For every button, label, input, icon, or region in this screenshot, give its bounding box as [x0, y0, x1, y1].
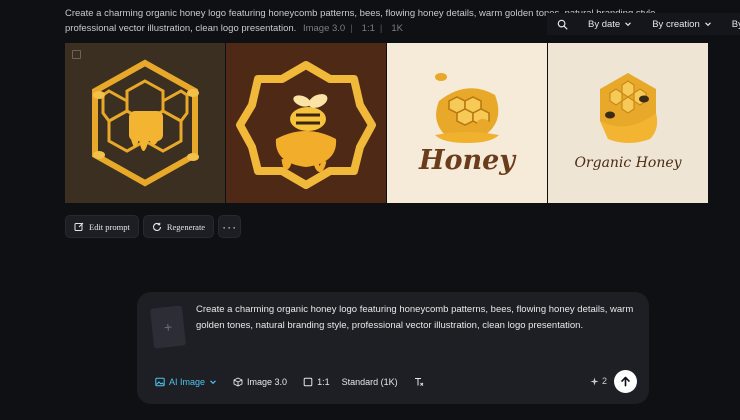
- chevron-down-icon: [210, 380, 216, 385]
- quality-label: Standard (1K): [341, 377, 398, 387]
- image-grid: Honey Organic Honey: [65, 43, 708, 203]
- by-category-dropdown[interactable]: By cat: [722, 19, 740, 30]
- resolution-label: 1K: [391, 23, 403, 34]
- generated-image-4[interactable]: Organic Honey: [548, 43, 708, 203]
- honey-logo-text: Honey: [418, 145, 517, 176]
- regenerate-label: Regenerate: [166, 221, 206, 232]
- organic-honey-logo-text: Organic Honey: [574, 155, 682, 171]
- cube-icon: [233, 377, 243, 387]
- search-icon: [557, 19, 568, 29]
- more-icon: ···: [222, 219, 238, 234]
- generated-image-1[interactable]: [65, 43, 225, 203]
- by-date-label: By date: [588, 18, 621, 30]
- generated-image-2[interactable]: [226, 43, 386, 203]
- ratio-label: 1:1: [361, 23, 375, 34]
- model-selector[interactable]: Image 3.0: [227, 372, 293, 392]
- plus-icon: +: [163, 318, 173, 336]
- more-options-button[interactable]: ···: [218, 215, 242, 238]
- sparkle-icon: [590, 376, 599, 386]
- model-label: Image 3.0: [247, 377, 288, 387]
- upload-reference-button[interactable]: +: [149, 305, 187, 349]
- by-date-dropdown[interactable]: By date: [578, 19, 642, 30]
- credit-cost: 2: [590, 376, 607, 386]
- send-button[interactable]: [614, 370, 637, 393]
- ai-image-dropdown[interactable]: AI Image: [149, 372, 223, 392]
- select-checkbox-icon[interactable]: [72, 50, 81, 59]
- prompt-input[interactable]: Create a charming organic honey logo fea…: [196, 302, 641, 334]
- chevron-down-icon: [704, 22, 711, 27]
- ai-image-label: AI Image: [169, 377, 206, 387]
- ratio-label: 1:1: [317, 377, 330, 387]
- image-actions: Edit prompt Regenerate ···: [65, 215, 242, 238]
- model-label: Image 3.0: [302, 23, 346, 34]
- chevron-down-icon: [625, 22, 632, 27]
- search-button[interactable]: [547, 19, 578, 30]
- edit-prompt-label: Edit prompt: [89, 221, 130, 232]
- ratio-quality-selector[interactable]: 1:1 Standard (1K): [297, 372, 404, 392]
- image-icon: [155, 377, 165, 387]
- refresh-icon: [152, 222, 161, 231]
- regenerate-button[interactable]: Regenerate: [142, 215, 215, 238]
- credit-count: 2: [601, 376, 607, 386]
- by-category-label: By cat: [731, 18, 740, 30]
- prompt-composer: + Create a charming organic honey logo f…: [137, 292, 649, 404]
- filter-toolbar: By date By creation By cat: [547, 13, 740, 35]
- arrow-up-icon: [621, 376, 630, 387]
- edit-icon: [74, 222, 84, 231]
- edit-prompt-button[interactable]: Edit prompt: [65, 215, 139, 238]
- by-creation-dropdown[interactable]: By creation: [642, 19, 722, 30]
- generated-image-3[interactable]: Honey: [387, 43, 547, 203]
- text-format-icon: [414, 378, 423, 386]
- by-creation-label: By creation: [652, 18, 700, 30]
- aspect-ratio-icon: [303, 377, 313, 387]
- composer-tools: AI Image Image 3.0 1:1 Standard (1K): [149, 372, 430, 392]
- text-settings-button[interactable]: [408, 372, 430, 392]
